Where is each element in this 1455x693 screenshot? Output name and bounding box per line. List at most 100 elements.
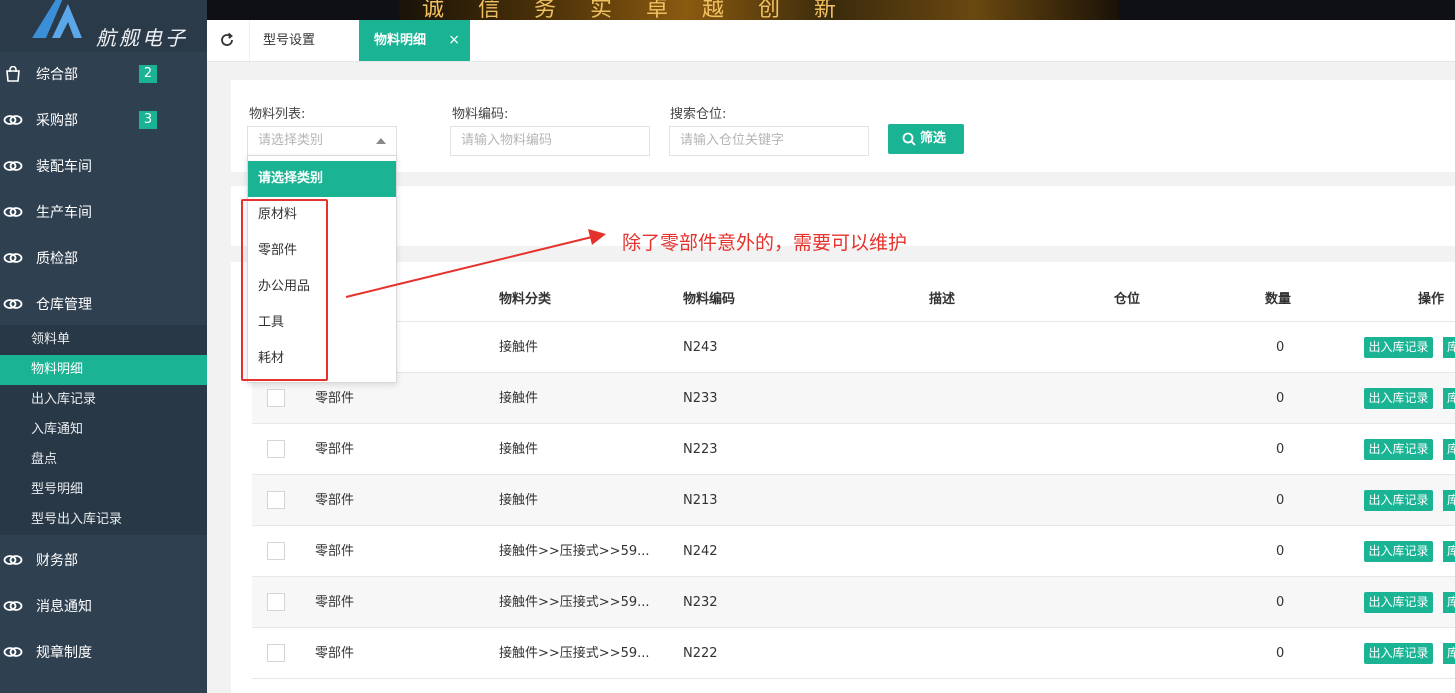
filter-button-label: 筛选	[920, 131, 947, 146]
inout-record-button[interactable]: 出入库记录	[1364, 592, 1433, 613]
link-icon	[3, 598, 23, 614]
sidebar-item-production[interactable]: 生产车间	[0, 189, 207, 235]
sidebar-item-qc[interactable]: 质检部	[0, 235, 207, 281]
link-icon	[3, 204, 23, 220]
cell-category: 接触件	[499, 340, 539, 355]
cell-type: 零部件	[315, 646, 355, 661]
submenu-item-requisition[interactable]: 领料单	[0, 325, 207, 355]
sidebar-item-general[interactable]: 综合部 2	[0, 51, 207, 97]
inout-record-button[interactable]: 出入库记录	[1364, 541, 1433, 562]
column-header-actions: 操作	[1418, 292, 1445, 307]
warehouse-submenu: 领料单 物料明细 出入库记录 入库通知 盘点 型号明细 型号出入库记录	[0, 325, 207, 535]
sidebar-item-label: 质检部	[36, 251, 78, 267]
submenu-item-inbound-notice[interactable]: 入库通知	[0, 415, 207, 445]
link-icon	[3, 158, 23, 174]
annotation-highlight-box	[241, 199, 328, 381]
category-select[interactable]: 请选择类别	[247, 126, 397, 156]
dropdown-option-placeholder[interactable]: 请选择类别	[248, 161, 396, 197]
cell-code: N243	[683, 340, 718, 355]
sidebar-item-regulations[interactable]: 规章制度	[0, 629, 207, 675]
cell-code: N242	[683, 544, 718, 559]
material-code-label: 物料编码:	[452, 107, 509, 122]
cell-type: 零部件	[315, 442, 355, 457]
filter-button[interactable]: 筛选	[888, 124, 964, 154]
sidebar-item-finance[interactable]: 财务部	[0, 537, 207, 583]
sidebar-item-messages[interactable]: 消息通知	[0, 583, 207, 629]
cell-quantity: 0	[1276, 340, 1285, 355]
row-checkbox[interactable]	[267, 593, 285, 611]
table-row: 零部件 接触件 N223 0 出入库记录 库	[252, 424, 1455, 475]
logo-icon	[32, 0, 82, 38]
material-code-input[interactable]: 请输入物料编码	[450, 126, 650, 156]
sidebar: 航舰电子 综合部 2 采购部 3 装配车间 生产车间 质检部 仓库管理 领料单 …	[0, 0, 207, 693]
cell-code: N223	[683, 442, 718, 457]
location-search-input[interactable]: 请输入仓位关键字	[669, 126, 869, 156]
inout-record-button[interactable]: 出入库记录	[1364, 337, 1433, 358]
cell-code: N232	[683, 595, 718, 610]
tab-material-detail[interactable]: 物料明细 ×	[359, 20, 470, 61]
stock-button[interactable]: 库	[1443, 439, 1455, 460]
cell-code: N222	[683, 646, 718, 661]
inout-record-button[interactable]: 出入库记录	[1364, 490, 1433, 511]
submenu-item-material-detail[interactable]: 物料明细	[0, 355, 207, 385]
row-checkbox[interactable]	[267, 644, 285, 662]
tab-label: 物料明细	[374, 33, 427, 48]
stock-button[interactable]: 库	[1443, 388, 1455, 409]
column-header-code: 物料编码	[683, 292, 736, 307]
logo: 航舰电子	[0, 0, 207, 52]
sidebar-item-label: 消息通知	[36, 599, 92, 615]
row-checkbox[interactable]	[267, 542, 285, 560]
table-row: 零部件 接触件 N233 0 出入库记录 库	[252, 373, 1455, 424]
annotation-note: 除了零部件意外的，需要可以维护	[622, 232, 908, 254]
bag-icon	[3, 66, 23, 82]
column-header-description: 描述	[929, 292, 956, 307]
cell-type: 零部件	[315, 544, 355, 559]
search-icon	[902, 132, 916, 146]
cell-code: N233	[683, 391, 718, 406]
submenu-item-model-detail[interactable]: 型号明细	[0, 475, 207, 505]
count-badge: 2	[139, 65, 157, 83]
cell-category: 接触件>>压接式>>59...	[499, 646, 650, 661]
sidebar-item-purchasing[interactable]: 采购部 3	[0, 97, 207, 143]
submenu-item-model-inout[interactable]: 型号出入库记录	[0, 505, 207, 535]
row-checkbox[interactable]	[267, 491, 285, 509]
row-checkbox[interactable]	[267, 440, 285, 458]
cell-category: 接触件	[499, 493, 539, 508]
table-row: 零部件 接触件 N243 0 出入库记录 库	[252, 322, 1455, 373]
tab-model-settings[interactable]: 型号设置	[249, 20, 359, 61]
close-icon[interactable]: ×	[448, 20, 460, 61]
material-code-placeholder: 请输入物料编码	[461, 133, 553, 148]
table-row: 零部件 接触件>>压接式>>59... N232 0 出入库记录 库	[252, 577, 1455, 628]
cell-quantity: 0	[1276, 442, 1285, 457]
stock-button[interactable]: 库	[1443, 643, 1455, 664]
inout-record-button[interactable]: 出入库记录	[1364, 439, 1433, 460]
location-label: 搜索仓位:	[670, 107, 727, 122]
tab-label: 型号设置	[263, 33, 316, 48]
stock-button[interactable]: 库	[1443, 592, 1455, 613]
header-banner: 诚信务实卓越创新	[207, 0, 1455, 20]
stock-button[interactable]: 库	[1443, 337, 1455, 358]
column-header-quantity: 数量	[1265, 292, 1292, 307]
cell-code: N213	[683, 493, 718, 508]
refresh-icon[interactable]	[218, 31, 236, 49]
cell-quantity: 0	[1276, 544, 1285, 559]
stock-button[interactable]: 库	[1443, 541, 1455, 562]
cell-category: 接触件>>压接式>>59...	[499, 544, 650, 559]
sidebar-item-assembly[interactable]: 装配车间	[0, 143, 207, 189]
submenu-item-inout-records[interactable]: 出入库记录	[0, 385, 207, 415]
column-header-location: 仓位	[1114, 292, 1141, 307]
link-icon	[3, 112, 23, 128]
row-checkbox[interactable]	[267, 389, 285, 407]
inout-record-button[interactable]: 出入库记录	[1364, 388, 1433, 409]
stock-button[interactable]: 库	[1443, 490, 1455, 511]
annotation-arrow-icon	[345, 229, 606, 298]
sidebar-item-label: 采购部	[36, 113, 78, 129]
tab-bar: 型号设置 物料明细 ×	[207, 20, 1455, 62]
brand-name: 航舰电子	[96, 26, 188, 50]
submenu-item-stocktake[interactable]: 盘点	[0, 445, 207, 475]
sidebar-item-warehouse[interactable]: 仓库管理	[0, 281, 207, 327]
table-row: 零部件 接触件 N213 0 出入库记录 库	[252, 475, 1455, 526]
inout-record-button[interactable]: 出入库记录	[1364, 643, 1433, 664]
caret-up-icon	[376, 138, 386, 144]
cell-type: 零部件	[315, 595, 355, 610]
